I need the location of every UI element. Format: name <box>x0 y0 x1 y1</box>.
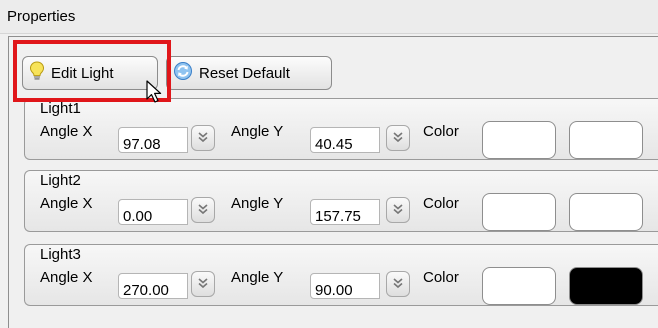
light1-group: Light1 Angle X 97.08 Angle Y 40.45 Color <box>24 98 658 160</box>
color-label: Color <box>423 195 459 212</box>
light3-color-swatch-1[interactable] <box>482 267 556 305</box>
light1-angle-x-input[interactable]: 97.08 <box>118 127 188 153</box>
angle-y-label: Angle Y <box>231 269 284 286</box>
light2-label: Light2 <box>40 172 81 189</box>
angle-x-label: Angle X <box>40 123 93 140</box>
light1-angle-x-spinner[interactable] <box>191 125 215 151</box>
panel-titlebar: Properties <box>0 0 658 34</box>
double-chevron-icon <box>197 130 209 147</box>
angle-y-label: Angle Y <box>231 123 284 140</box>
lightbulb-icon <box>29 61 45 85</box>
light2-color-swatch-1[interactable] <box>482 193 556 231</box>
angle-x-label: Angle X <box>40 269 93 286</box>
angle-y-label: Angle Y <box>231 195 284 212</box>
light3-angle-x-spinner[interactable] <box>191 271 215 297</box>
reset-default-label: Reset Default <box>199 64 290 82</box>
light3-angle-y-spinner[interactable] <box>386 271 410 297</box>
light3-group: Light3 Angle X 270.00 Angle Y 90.00 Colo… <box>24 244 658 306</box>
reset-default-button[interactable]: Reset Default <box>166 56 332 90</box>
light1-label: Light1 <box>40 100 81 117</box>
light2-angle-x-spinner[interactable] <box>191 197 215 223</box>
double-chevron-icon <box>197 276 209 293</box>
light3-color-swatch-2[interactable] <box>569 267 643 305</box>
refresh-icon <box>173 61 193 85</box>
light2-color-swatch-2[interactable] <box>569 193 643 231</box>
mouse-cursor-icon <box>146 80 166 110</box>
light1-color-swatch-2[interactable] <box>569 121 643 159</box>
light3-angle-y-input[interactable]: 90.00 <box>310 273 380 299</box>
panel-title: Properties <box>7 8 76 25</box>
light2-angle-x-input[interactable]: 0.00 <box>118 199 188 225</box>
angle-x-label: Angle X <box>40 195 93 212</box>
light2-angle-y-spinner[interactable] <box>386 197 410 223</box>
edit-light-label: Edit Light <box>51 64 114 82</box>
light2-group: Light2 Angle X 0.00 Angle Y 157.75 Color <box>24 170 658 232</box>
edit-light-button[interactable]: Edit Light <box>22 56 158 90</box>
light1-angle-y-spinner[interactable] <box>386 125 410 151</box>
color-label: Color <box>423 123 459 140</box>
double-chevron-icon <box>392 202 404 219</box>
light1-color-swatch-1[interactable] <box>482 121 556 159</box>
light2-angle-y-input[interactable]: 157.75 <box>310 199 380 225</box>
double-chevron-icon <box>197 202 209 219</box>
light3-angle-x-input[interactable]: 270.00 <box>118 273 188 299</box>
double-chevron-icon <box>392 276 404 293</box>
color-label: Color <box>423 269 459 286</box>
light1-angle-y-input[interactable]: 40.45 <box>310 127 380 153</box>
double-chevron-icon <box>392 130 404 147</box>
light3-label: Light3 <box>40 246 81 263</box>
